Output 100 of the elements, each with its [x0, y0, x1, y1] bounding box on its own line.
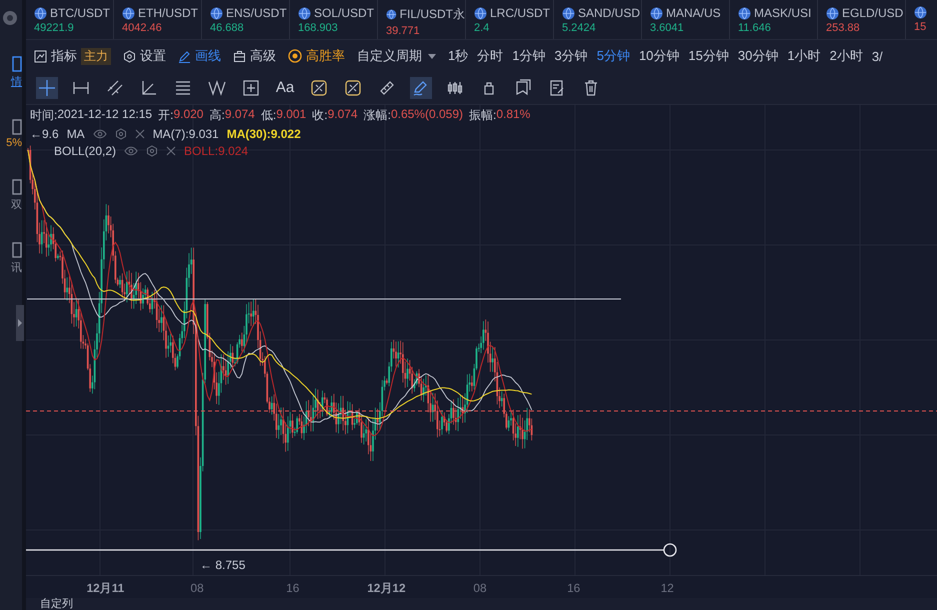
settings-icon[interactable]	[114, 128, 127, 140]
settings-icon	[123, 50, 136, 63]
x-axis-label: 12	[660, 580, 674, 594]
menu-button[interactable]: 高胜率	[288, 47, 345, 66]
bottom-tab[interactable]: 自定列	[40, 598, 73, 610]
x-axis-label: 12月11	[86, 580, 124, 594]
coin-icon	[562, 6, 575, 20]
period-tab[interactable]: 3分钟	[554, 47, 588, 66]
ticker-price: 49221.9	[34, 22, 75, 34]
horizontal-line[interactable]	[26, 298, 622, 300]
period-dropdown[interactable]: 自定义周期	[357, 47, 436, 66]
ticker-price: 11.646	[738, 22, 772, 34]
coin-icon	[34, 6, 47, 20]
ticker-price: 168.903	[298, 22, 339, 34]
indicator-value: MA(7):9.031	[152, 126, 219, 141]
low-price-label: ← 8.755	[200, 558, 246, 572]
period-tab[interactable]: 1小时	[787, 47, 821, 66]
ticker-symbol: FIL/USDT永	[400, 6, 465, 23]
ticker-symbol: ETH/USDT	[138, 6, 198, 20]
close-icon[interactable]	[166, 146, 176, 156]
ticker-item[interactable]: ETH/USDT 4042.46	[114, 0, 202, 40]
sidebar-item[interactable]: 讯	[11, 260, 22, 275]
x-axis-label: 16	[286, 580, 300, 594]
period-tab[interactable]: 分时	[477, 47, 504, 66]
caret-icon	[428, 54, 436, 59]
settings-icon[interactable]	[146, 144, 158, 157]
ohlc-label: 振幅:	[468, 106, 496, 124]
ticker-symbol: SAND/USD	[578, 6, 640, 20]
ruler-b-icon	[344, 78, 362, 97]
sidebar-item[interactable]: 双	[11, 197, 22, 212]
period-tab[interactable]: 3/	[872, 48, 883, 64]
copy-icon	[514, 78, 532, 97]
period-tab[interactable]: 10分钟	[638, 47, 680, 66]
period-tab[interactable]: 1秒	[448, 47, 468, 66]
period-tab[interactable]: 2小时	[830, 47, 863, 66]
ticker-symbol: ENS/USDT	[226, 6, 287, 20]
period-tab[interactable]: 5分钟	[596, 47, 630, 66]
ticker-symbol: BTC/USDT	[50, 6, 110, 20]
drawing-tool[interactable]	[36, 76, 58, 99]
ohlc-value: 9.074	[224, 106, 255, 123]
coin-icon	[914, 6, 927, 19]
eye-icon[interactable]	[124, 146, 138, 156]
ticker-item[interactable]: MANA/US 3.6041	[642, 0, 730, 40]
text-tool[interactable]: Aa	[274, 76, 296, 99]
ticker-symbol: LRC/USDT	[490, 6, 550, 20]
ticker-price: 3.6041	[650, 22, 685, 34]
parallel-icon	[106, 78, 124, 97]
menu-button[interactable]: 画线	[178, 47, 221, 66]
menu-button[interactable]: 指标 主力	[34, 47, 111, 66]
ticker-item[interactable]: 15	[906, 0, 937, 40]
ticker-item[interactable]: ENS/USDT 46.688	[202, 0, 290, 40]
angle-icon	[140, 78, 158, 97]
ruler-a-icon	[310, 78, 328, 97]
collapse-handle[interactable]	[16, 305, 24, 341]
period-tab[interactable]: 1分钟	[512, 47, 546, 66]
ticker-item[interactable]: BTC/USDT 49221.9	[26, 0, 114, 40]
ohlc-value: 0.65%(0.059)	[390, 106, 463, 123]
x-axis-label: 08	[190, 580, 204, 594]
ohlc-label: 开:	[158, 106, 174, 124]
sidebar-item[interactable]: 5%	[6, 137, 22, 149]
ticker-item[interactable]: LRC/USDT 2.4	[466, 0, 554, 40]
panel-icon	[12, 179, 22, 195]
ticker-symbol: EGLD/USD	[842, 6, 904, 20]
close-icon[interactable]	[134, 128, 145, 139]
target-icon	[288, 49, 302, 64]
ticker-item[interactable]: FIL/USDT永 39.771	[378, 0, 466, 40]
period-tab[interactable]: 30分钟	[738, 47, 778, 66]
fib-icon	[174, 78, 192, 97]
ohlc-label: 收:	[312, 106, 328, 124]
ticker-item[interactable]: SOL/USDT 168.903	[290, 0, 378, 40]
panel-icon	[12, 242, 22, 258]
sidebar-item[interactable]: 情	[11, 74, 22, 89]
ticker-item[interactable]: SAND/USD 5.2424	[554, 0, 642, 40]
trash-icon	[582, 78, 600, 97]
eye-icon[interactable]	[92, 128, 107, 139]
ticker-price: 15	[914, 21, 928, 33]
ohlc-value: 9.020	[173, 106, 204, 123]
indicator-value: BOLL:9.024	[184, 144, 248, 158]
ticker-item[interactable]: MASK/USI 11.646	[730, 0, 818, 40]
horizontal-ray[interactable]	[26, 542, 677, 556]
ohlc-label: 低:	[260, 106, 276, 124]
ruler-icon	[378, 78, 396, 97]
x-axis-label: 12月12	[367, 580, 406, 594]
coin-icon	[738, 6, 751, 20]
panel-icon	[12, 56, 22, 72]
menu-button[interactable]: 高级	[233, 47, 276, 66]
x-axis-label: 16	[567, 580, 580, 594]
ticker-price: 5.2424	[562, 22, 597, 34]
ticker-item[interactable]: EGLD/USD 253.88	[818, 0, 906, 40]
edit-icon	[548, 78, 566, 97]
menu-button[interactable]: 设置	[123, 47, 166, 66]
drawing-tool[interactable]	[410, 76, 432, 99]
ticker-price: 39.771	[386, 25, 421, 37]
wave-icon	[208, 78, 226, 97]
x-axis-label: 08	[473, 580, 487, 594]
panel-icon	[12, 119, 22, 135]
ticker-price: 253.88	[826, 22, 861, 34]
period-tab[interactable]: 15分钟	[688, 47, 729, 66]
coin-icon	[474, 6, 487, 20]
pen-icon	[178, 50, 191, 63]
